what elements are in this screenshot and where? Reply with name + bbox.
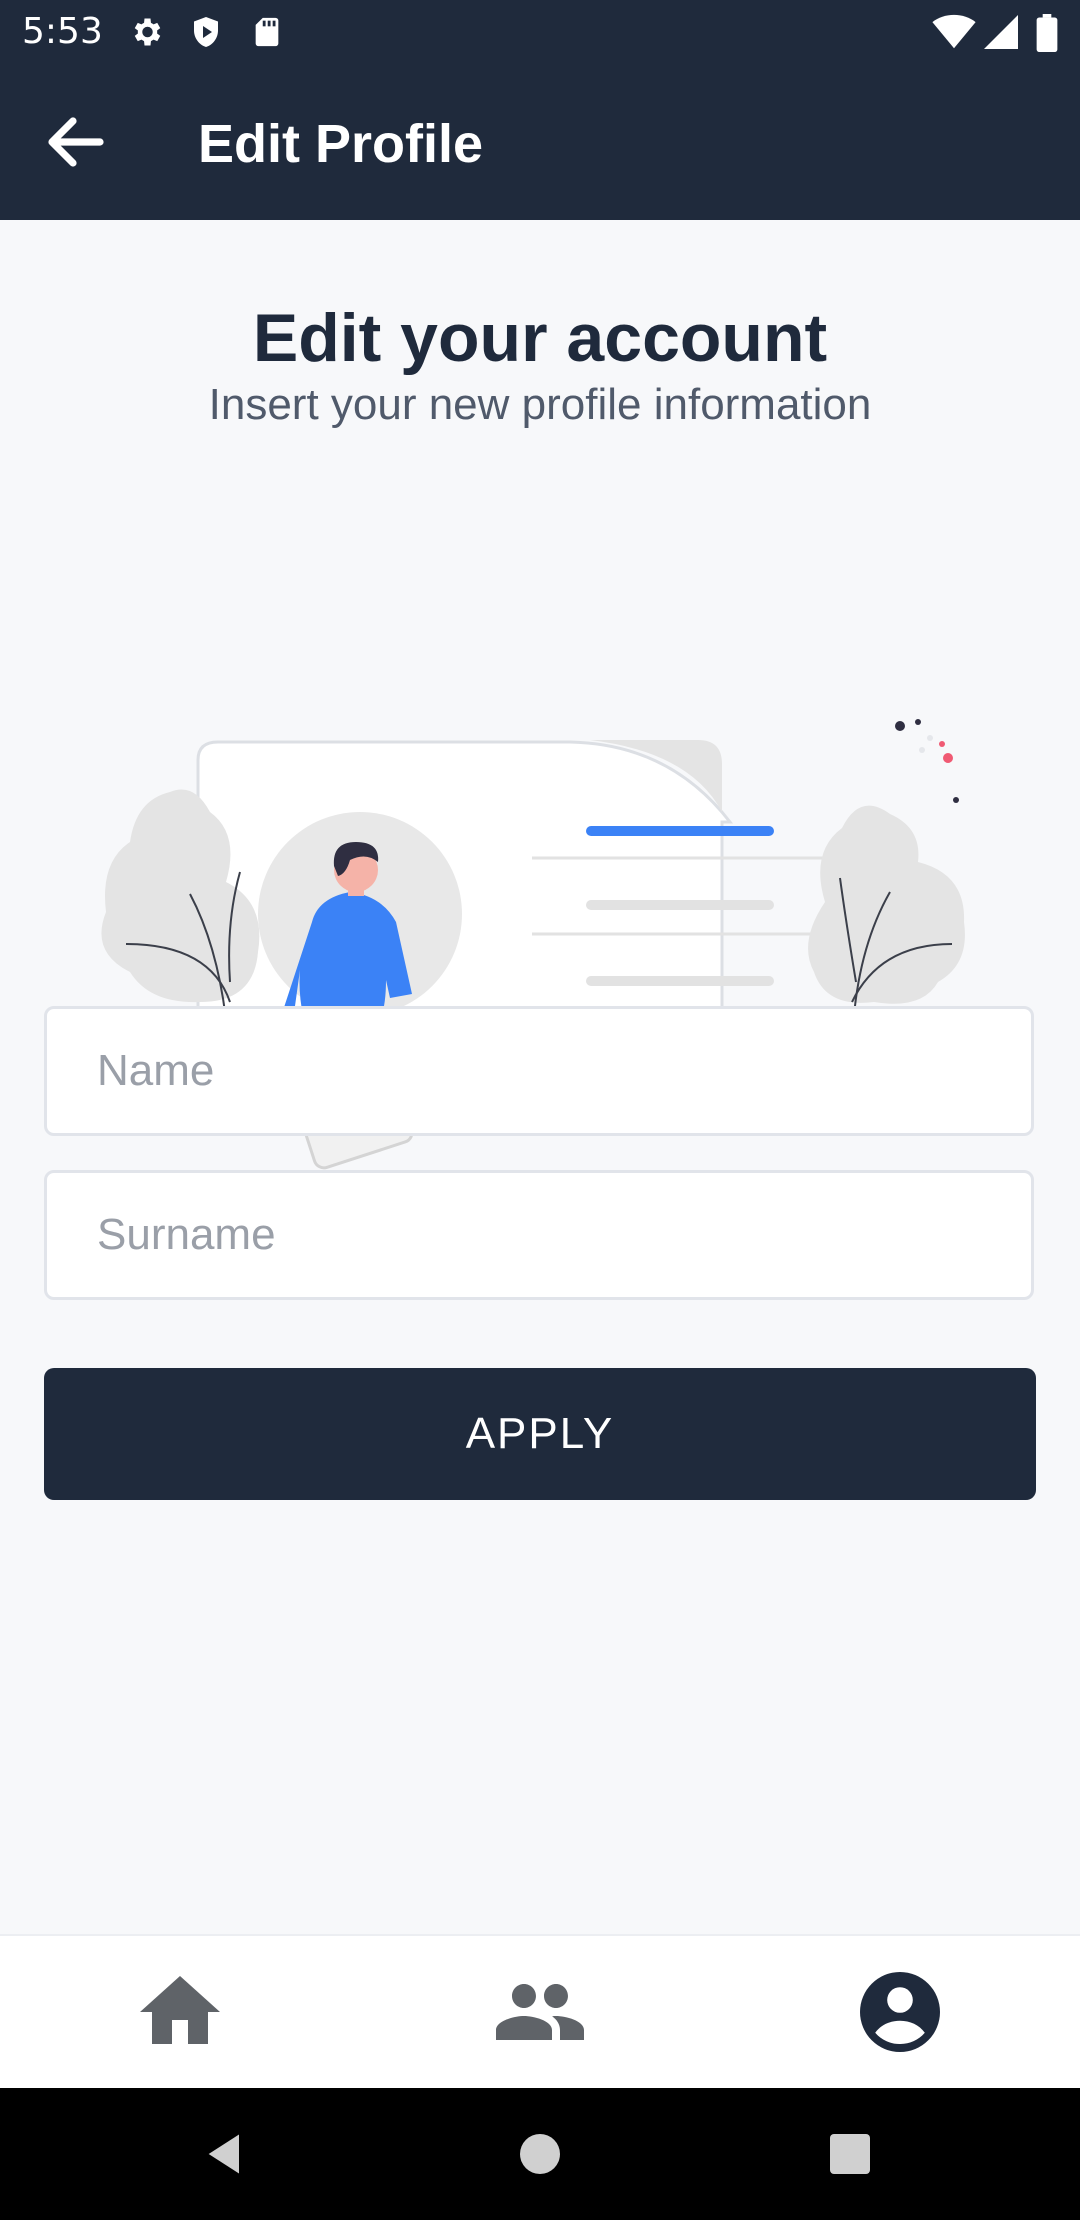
back-triangle-icon[interactable] <box>200 2128 252 2180</box>
account-circle-icon[interactable] <box>852 1964 948 2060</box>
back-arrow-icon[interactable] <box>40 106 112 178</box>
wifi-icon <box>932 14 976 49</box>
edit-profile-content: Edit your account Insert your new profil… <box>0 220 1080 1934</box>
apply-button[interactable]: APPLY <box>44 1368 1036 1500</box>
surname-field[interactable] <box>44 1170 1034 1300</box>
shield-icon <box>194 17 218 47</box>
signal-icon <box>984 15 1018 49</box>
bottom-navigation <box>0 1934 1080 2090</box>
name-input[interactable] <box>47 1009 1031 1133</box>
people-icon[interactable] <box>492 1964 588 2060</box>
form-heading: Edit your account <box>252 300 828 376</box>
system-navigation-bar <box>0 2088 1080 2220</box>
sd-card-icon <box>255 17 279 47</box>
gear-icon <box>134 18 161 46</box>
home-icon[interactable] <box>132 1964 228 2060</box>
form-subheading: Insert your new profile information <box>208 380 872 429</box>
status-bar: 5:53 <box>0 0 1080 64</box>
surname-input[interactable] <box>47 1173 1031 1297</box>
home-circle-icon[interactable] <box>516 2130 564 2178</box>
name-field[interactable] <box>44 1006 1034 1136</box>
recents-square-icon[interactable] <box>826 2130 874 2178</box>
app-bar: Edit Profile <box>0 64 1080 220</box>
status-time: 5:53 <box>22 11 103 52</box>
page-title: Edit Profile <box>198 114 484 174</box>
battery-icon <box>1036 14 1058 52</box>
